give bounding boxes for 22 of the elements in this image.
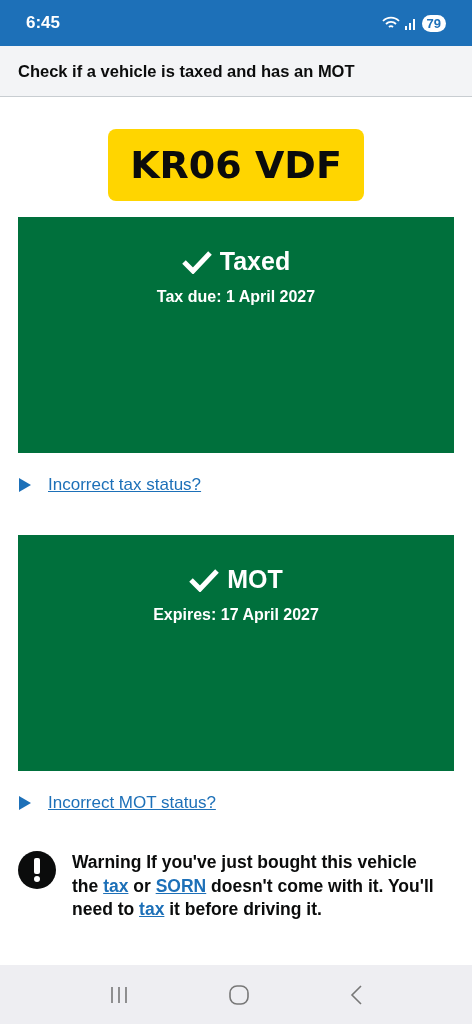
page-title: Check if a vehicle is taxed and has an MOT (18, 61, 355, 81)
battery-level: 79 (421, 14, 446, 32)
recent-apps-icon[interactable] (109, 985, 130, 1004)
status-title: MOT (227, 565, 283, 594)
check-icon (181, 249, 212, 274)
warning-icon (18, 851, 56, 889)
status-detail: Expires: 17 April 2027 (153, 606, 319, 624)
status-title: Taxed (219, 247, 291, 276)
link[interactable]: tax (103, 875, 129, 896)
check-icon (189, 567, 220, 592)
link[interactable]: tax (139, 899, 165, 920)
warning-text: Warning If you've just bought this vehicle the tax or SORN doesn't come with it. You'll need to tax it before driving it. (72, 851, 435, 922)
link[interactable]: SORN (155, 875, 207, 896)
signal-icon (403, 16, 418, 30)
wifi-icon (381, 16, 400, 30)
clock-time: 6:45 (26, 13, 61, 33)
status-detail: Tax due: 1 April 2027 (156, 288, 316, 306)
back-icon[interactable] (348, 983, 363, 1006)
details-link[interactable]: Incorrect MOT status? (48, 793, 216, 813)
number-plate: KR06 VDF (108, 129, 364, 201)
details-link[interactable]: Incorrect tax status? (48, 475, 202, 495)
home-icon[interactable] (228, 983, 250, 1006)
